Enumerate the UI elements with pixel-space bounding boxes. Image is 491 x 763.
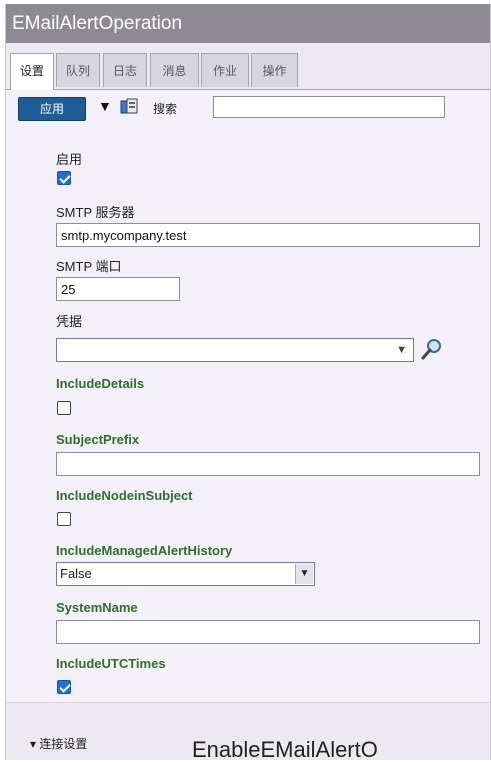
chevron-down-icon: ▼ (396, 344, 407, 356)
search-label: 搜索 (153, 102, 178, 116)
smtp-port-input[interactable] (56, 277, 180, 301)
tab-jobs[interactable]: 作业 (201, 53, 249, 87)
smtp-server-input[interactable] (56, 223, 480, 247)
window-title: EMailAlertOperation (6, 4, 490, 43)
tab-messages[interactable]: 消息 (150, 53, 199, 87)
smtp-server-label: SMTP 服务器 (56, 205, 135, 220)
chevron-down-icon: ▼ (295, 564, 313, 584)
tab-bar: 设置 队列 日志 消息 作业 操作 (6, 43, 490, 90)
include-node-in-subject-label: IncludeNodeinSubject (56, 488, 193, 503)
include-details-checkbox[interactable] (57, 401, 71, 415)
include-managed-alert-history-select[interactable]: False ▼ (56, 562, 315, 586)
include-managed-alert-history-label: IncludeManagedAlertHistory (56, 543, 233, 558)
search-icon[interactable] (419, 337, 445, 363)
tab-actions[interactable]: 操作 (251, 53, 298, 87)
apply-button[interactable]: 应用 (18, 97, 86, 121)
dropdown-arrow-icon[interactable]: ▼ (98, 98, 112, 114)
server-settings-icon[interactable] (119, 96, 141, 118)
smtp-port-label: SMTP 端口 (56, 259, 122, 274)
settings-panel: EMailAlertOperation 设置 队列 日志 消息 作业 操作 应用… (5, 4, 491, 760)
tab-log[interactable]: 日志 (103, 53, 147, 87)
include-node-in-subject-checkbox[interactable] (57, 512, 71, 526)
enable-checkbox[interactable] (57, 171, 71, 185)
tab-queue[interactable]: 队列 (56, 53, 100, 87)
include-managed-alert-history-value: False (60, 566, 92, 581)
caption-text: EnableEMailAlertO (192, 737, 378, 762)
subject-prefix-input[interactable] (56, 452, 480, 476)
search-input[interactable] (213, 96, 445, 118)
credentials-label: 凭据 (56, 314, 83, 329)
subject-prefix-label: SubjectPrefix (56, 432, 140, 447)
include-utc-times-checkbox[interactable] (57, 680, 71, 694)
system-name-input[interactable] (56, 620, 480, 644)
credentials-select[interactable]: ▼ (56, 338, 414, 362)
toolbar: 应用 ▼ 搜索 (6, 90, 490, 128)
enable-label: 启用 (56, 152, 83, 167)
system-name-label: SystemName (56, 600, 138, 615)
include-utc-times-label: IncludeUTCTimes (56, 656, 166, 671)
connection-settings-toggle[interactable]: ▾ 连接设置 (30, 735, 87, 752)
include-details-label: IncludeDetails (56, 376, 145, 391)
tab-settings[interactable]: 设置 (10, 53, 54, 90)
